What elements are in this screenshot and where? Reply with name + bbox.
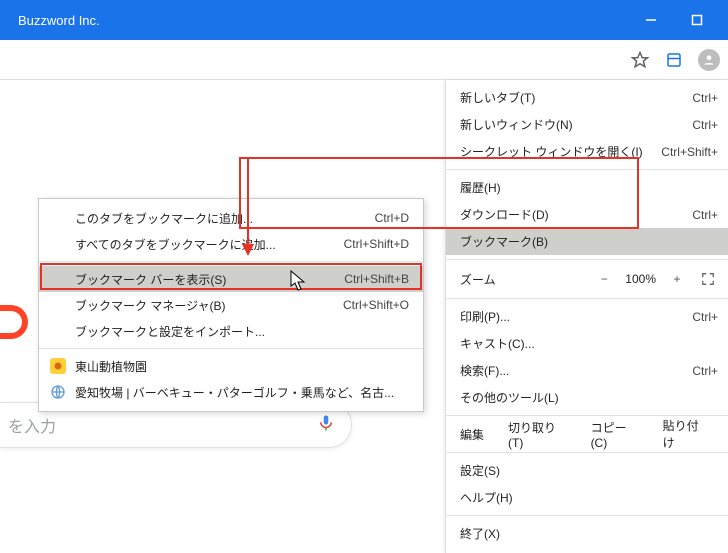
search-placeholder: を入力 [8,413,56,437]
window-title: Buzzword Inc. [8,13,628,28]
menu-separator [446,298,728,299]
menu-find[interactable]: 検索(F)... Ctrl+ [446,357,728,384]
maximize-button[interactable] [674,0,720,40]
menu-separator [446,169,728,170]
zoom-out-button[interactable]: − [593,272,615,286]
bookmarks-submenu: このタブをブックマークに追加... Ctrl+D すべてのタブをブックマークに追… [38,198,424,412]
main-menu: 新しいタブ(T) Ctrl+ 新しいウィンドウ(N) Ctrl+ シークレット … [445,80,728,553]
favicon-icon [49,357,67,375]
menu-zoom: ズーム − 100% + [446,264,728,294]
menu-settings[interactable]: 設定(S) [446,457,728,484]
submenu-bookmark-manager[interactable]: ブックマーク マネージャ(B) Ctrl+Shift+O [39,292,423,318]
menu-cast[interactable]: キャスト(C)... [446,330,728,357]
menu-print[interactable]: 印刷(P)... Ctrl+ [446,303,728,330]
logo-fragment [0,305,28,339]
menu-separator [446,515,728,516]
toolbar [0,40,728,80]
profile-avatar[interactable] [698,49,720,71]
star-icon[interactable] [630,50,650,70]
minimize-button[interactable] [628,0,674,40]
submenu-separator [39,261,423,262]
bookmark-item-1[interactable]: 東山動植物園 [39,353,423,379]
menu-bookmarks[interactable]: ブックマーク(B) [446,228,728,255]
menu-incognito[interactable]: シークレット ウィンドウを開く(I) Ctrl+Shift+ [446,138,728,165]
edit-cut[interactable]: 切り取り(T) [500,417,579,452]
menu-separator [446,259,728,260]
menu-history[interactable]: 履歴(H) [446,174,728,201]
menu-new-window[interactable]: 新しいウィンドウ(N) Ctrl+ [446,111,728,138]
menu-more-tools[interactable]: その他のツール(L) [446,384,728,411]
mic-icon[interactable] [317,412,335,439]
menu-exit[interactable]: 終了(X) [446,520,728,547]
extension-icon[interactable] [664,50,684,70]
menu-new-tab[interactable]: 新しいタブ(T) Ctrl+ [446,84,728,111]
fullscreen-icon[interactable] [698,269,718,289]
edit-copy[interactable]: コピー(C) [583,417,651,452]
submenu-import-bookmarks[interactable]: ブックマークと設定をインポート... [39,318,423,344]
submenu-separator [39,348,423,349]
bookmark-item-2[interactable]: 愛知牧場 | バーベキュー・パターゴルフ・乗馬など、名古... [39,379,423,405]
globe-icon [49,383,67,401]
zoom-in-button[interactable]: + [666,272,688,286]
edit-paste[interactable]: 貼り付け [655,415,718,453]
menu-downloads[interactable]: ダウンロード(D) Ctrl+ [446,201,728,228]
submenu-bookmark-all-tabs[interactable]: すべてのタブをブックマークに追加... Ctrl+Shift+D [39,231,423,257]
menu-help[interactable]: ヘルプ(H) [446,484,728,511]
submenu-bookmark-this-tab[interactable]: このタブをブックマークに追加... Ctrl+D [39,205,423,231]
menu-edit-row: 編集 切り取り(T) コピー(C) 貼り付け [446,420,728,448]
zoom-value: 100% [625,272,656,286]
titlebar: Buzzword Inc. [0,0,728,40]
submenu-show-bookmark-bar[interactable]: ブックマーク バーを表示(S) Ctrl+Shift+B [39,266,423,292]
